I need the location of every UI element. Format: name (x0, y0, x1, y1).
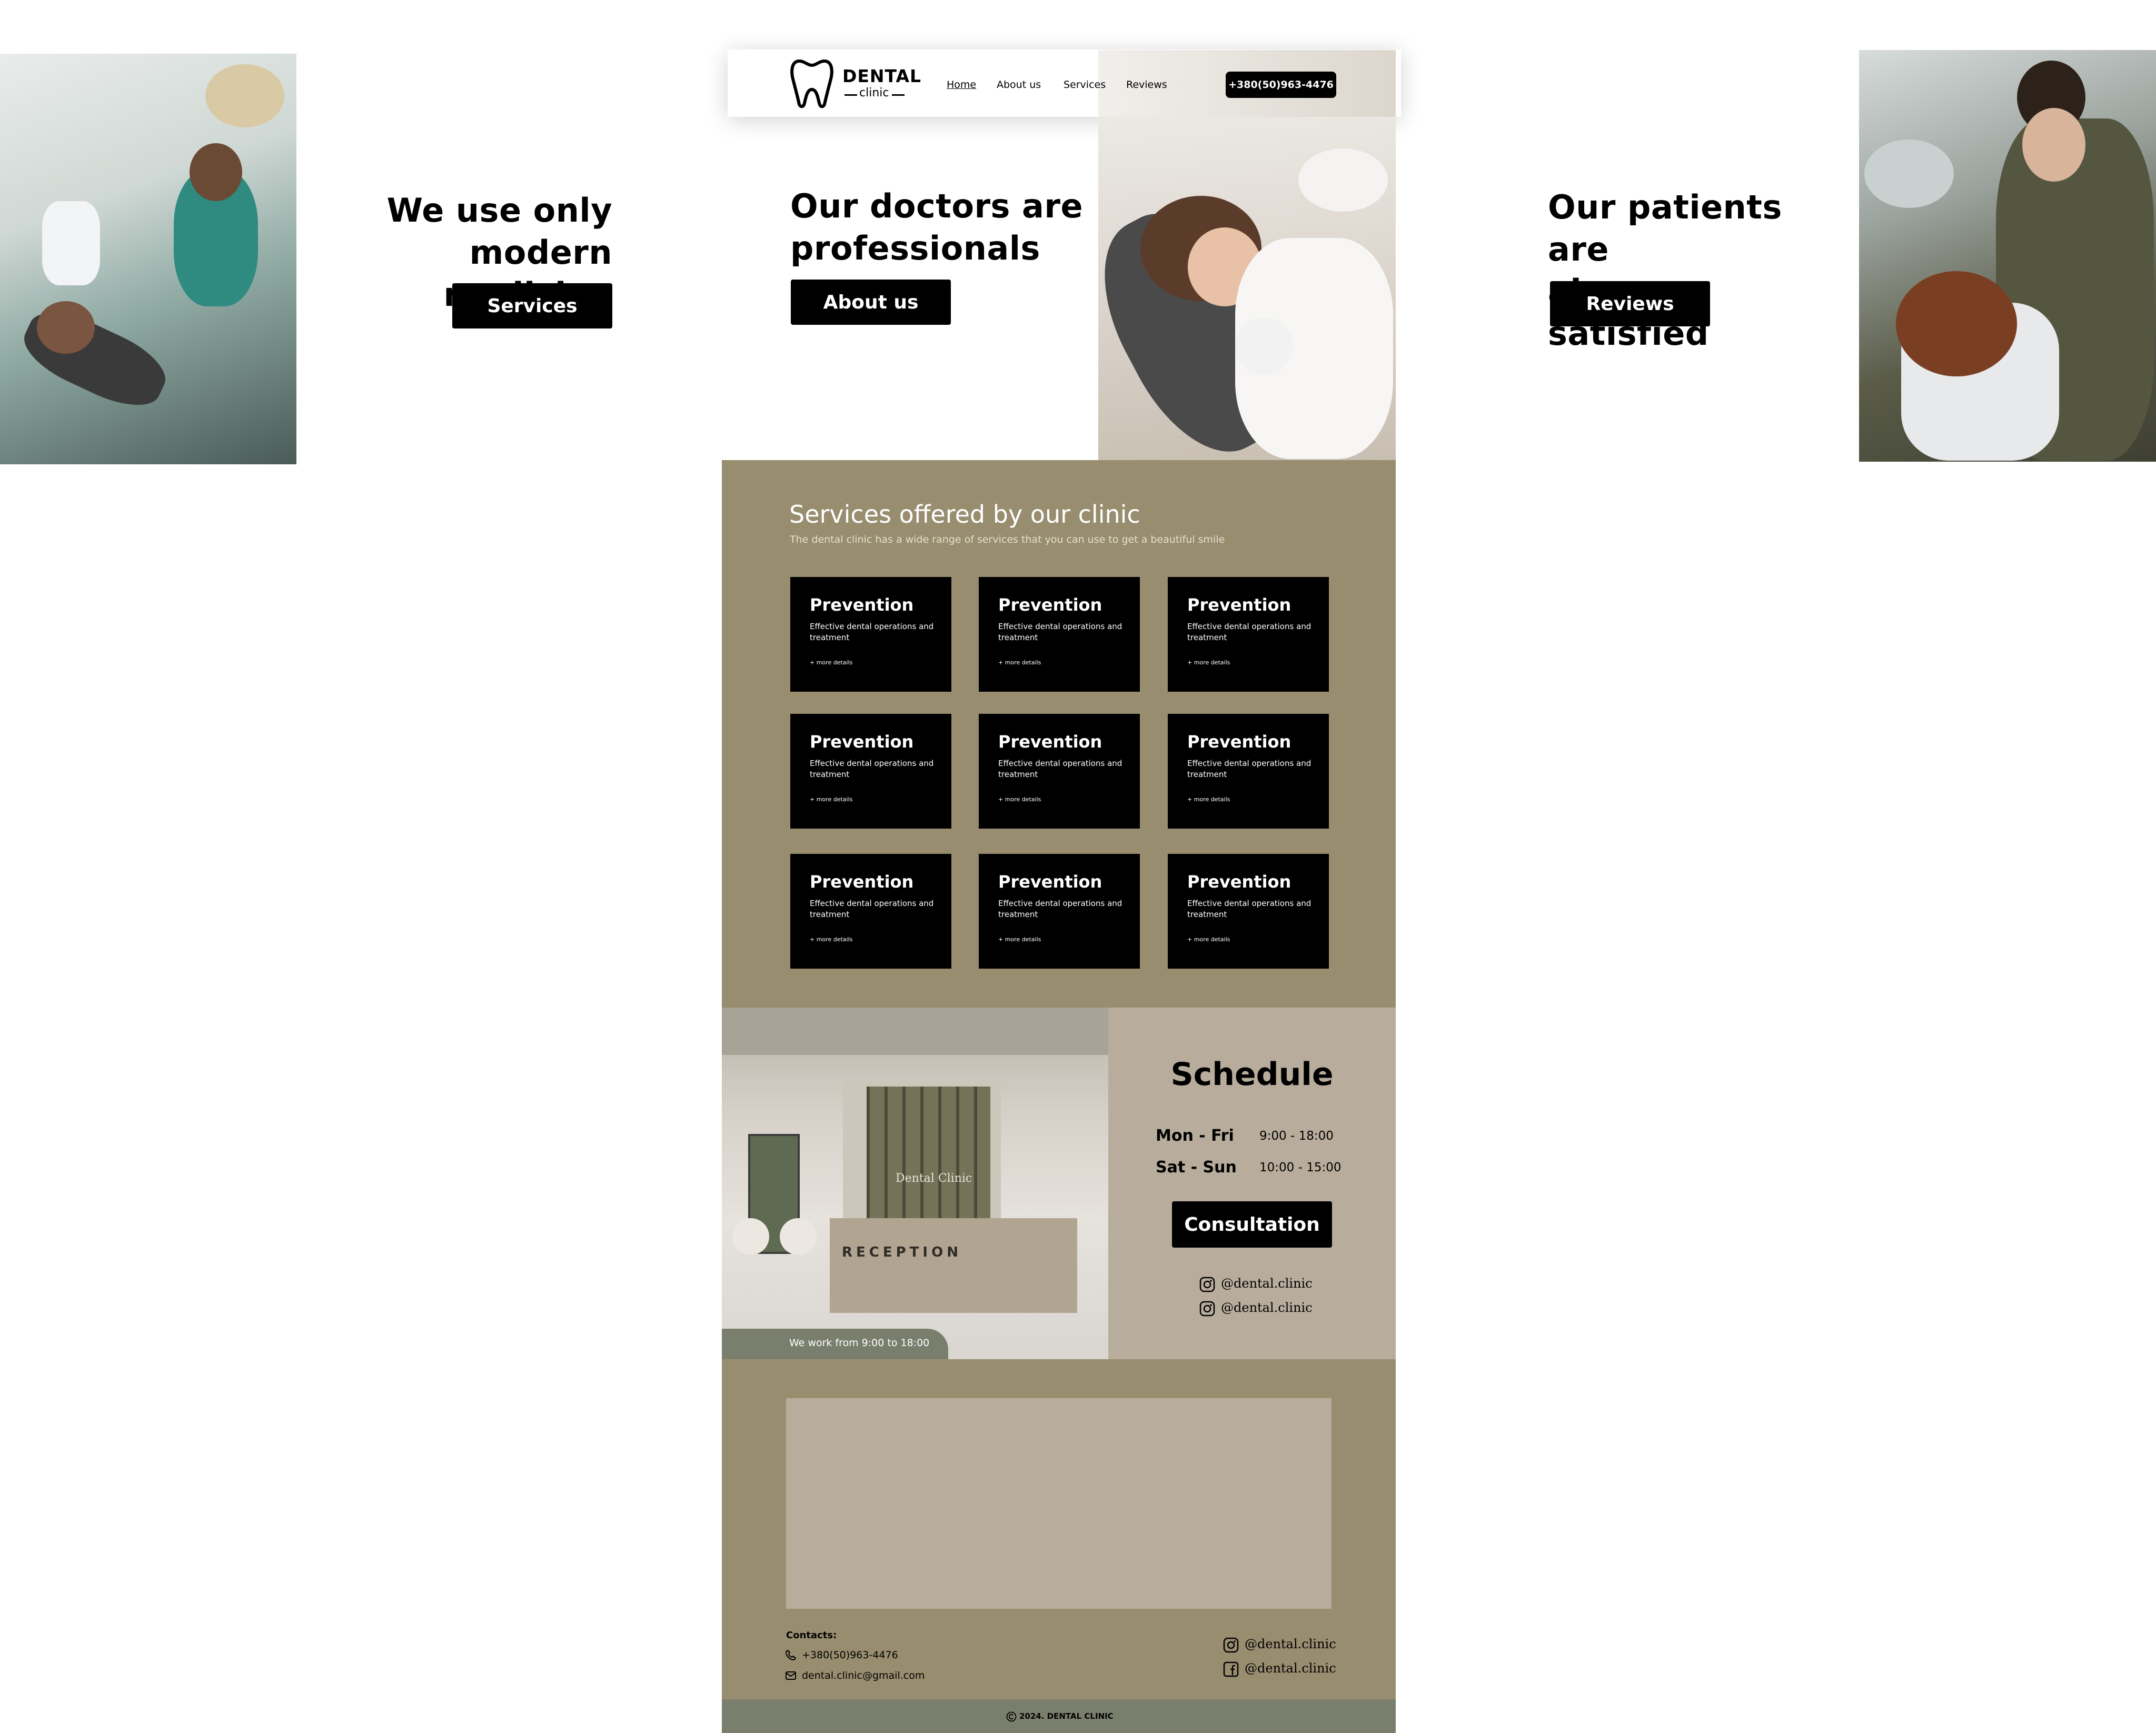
service-card[interactable]: Prevention Effective dental operations a… (979, 854, 1140, 969)
contacts-label: Contacts: (786, 1630, 837, 1641)
service-card-title: Prevention (998, 872, 1102, 892)
contacts-social-1[interactable]: @dental.clinic (1245, 1637, 1336, 1651)
nav-home[interactable]: Home (947, 79, 976, 91)
service-card-desc: Effective dental operations and treatmen… (1187, 759, 1312, 779)
schedule-social-2[interactable]: @dental.clinic (1221, 1300, 1313, 1315)
reception-sign: RECEPTION (842, 1244, 962, 1260)
services-section: Services offered by our clinic The denta… (722, 460, 1396, 1008)
schedule-social-1[interactable]: @dental.clinic (1221, 1276, 1313, 1291)
copyright-icon (1006, 1711, 1017, 1722)
working-hours-tag: We work from 9:00 to 18:00 (789, 1337, 930, 1349)
service-card-desc: Effective dental operations and treatmen… (810, 759, 934, 779)
consultation-button[interactable]: Consultation (1172, 1201, 1332, 1248)
schedule-title: Schedule (1170, 1056, 1334, 1093)
facebook-icon[interactable] (1223, 1661, 1239, 1677)
schedule-hours-weekend: 10:00 - 15:00 (1259, 1161, 1342, 1174)
service-card-title: Prevention (810, 595, 914, 615)
service-card[interactable]: Prevention Effective dental operations a… (1168, 577, 1329, 692)
services-subtitle: The dental clinic has a wide range of se… (790, 534, 1225, 545)
doctor-examining-photo (1859, 50, 2156, 462)
service-card-desc: Effective dental operations and treatmen… (1187, 899, 1312, 919)
schedule-hours-weekday: 9:00 - 18:00 (1259, 1129, 1334, 1143)
schedule-panel: Schedule Mon - Fri 9:00 - 18:00 Sat - Su… (1108, 1008, 1396, 1359)
reception-photo: Dental Clinic RECEPTION We work from 9:0… (722, 1008, 1108, 1359)
logo-sub-line-right (892, 94, 905, 96)
service-card-desc: Effective dental operations and treatmen… (998, 759, 1122, 779)
service-card-title: Prevention (998, 595, 1102, 615)
hero-right-line1: Our patients are (1548, 188, 1782, 268)
phone-button[interactable]: +380(50)963-4476 (1226, 72, 1336, 98)
copyright-text: 2024. DENTAL CLINIC (1019, 1711, 1114, 1721)
logo-main-text: DENTAL (842, 66, 922, 86)
service-card[interactable]: Prevention Effective dental operations a… (1168, 854, 1329, 969)
service-card-title: Prevention (810, 872, 914, 892)
service-card-title: Prevention (1187, 732, 1291, 752)
contacts-section: Contacts: +380(50)963-4476 dental.clinic… (722, 1359, 1396, 1699)
contact-email[interactable]: dental.clinic@gmail.com (802, 1670, 925, 1681)
more-details-link[interactable]: + more details (1187, 936, 1230, 943)
nav-services[interactable]: Services (1064, 79, 1106, 91)
service-card[interactable]: Prevention Effective dental operations a… (790, 577, 951, 692)
contact-phone[interactable]: +380(50)963-4476 (802, 1649, 898, 1661)
site-footer: 2024. DENTAL CLINIC (722, 1699, 1396, 1733)
map-placeholder[interactable] (786, 1398, 1332, 1609)
nav-about[interactable]: About us (997, 79, 1041, 91)
service-card[interactable]: Prevention Effective dental operations a… (979, 714, 1140, 829)
hero-center-title: Our doctors are professionals (790, 185, 1085, 270)
email-icon (786, 1671, 796, 1680)
hero-center-line2: professionals (790, 229, 1040, 267)
more-details-link[interactable]: + more details (810, 936, 852, 943)
service-card[interactable]: Prevention Effective dental operations a… (979, 577, 1140, 692)
more-details-link[interactable]: + more details (998, 796, 1041, 803)
more-details-link[interactable]: + more details (998, 659, 1041, 666)
service-card-title: Prevention (1187, 595, 1291, 615)
instagram-icon[interactable] (1223, 1637, 1239, 1653)
more-details-link[interactable]: + more details (1187, 659, 1230, 666)
service-card-desc: Effective dental operations and treatmen… (1187, 622, 1312, 642)
about-us-button[interactable]: About us (791, 280, 951, 325)
service-card-title: Prevention (998, 732, 1102, 752)
logo-sub-line-left (844, 94, 857, 96)
service-card[interactable]: Prevention Effective dental operations a… (1168, 714, 1329, 829)
service-card-desc: Effective dental operations and treatmen… (998, 899, 1122, 919)
more-details-link[interactable]: + more details (810, 659, 852, 666)
tooth-logo-icon[interactable] (790, 57, 834, 109)
service-card-desc: Effective dental operations and treatmen… (810, 899, 934, 919)
services-button[interactable]: Services (452, 283, 612, 328)
hero-center-line1: Our doctors are (790, 187, 1083, 225)
more-details-link[interactable]: + more details (810, 796, 852, 803)
instagram-icon[interactable] (1199, 1301, 1215, 1317)
reviews-button[interactable]: Reviews (1550, 281, 1710, 326)
services-title: Services offered by our clinic (789, 500, 1140, 529)
service-card-title: Prevention (1187, 872, 1291, 892)
service-card-title: Prevention (810, 732, 914, 752)
service-card[interactable]: Prevention Effective dental operations a… (790, 854, 951, 969)
schedule-days-weekend: Sat - Sun (1156, 1158, 1237, 1177)
hero-right-title: Our patients are always satisfied (1548, 186, 1843, 355)
schedule-days-weekday: Mon - Fri (1156, 1127, 1234, 1145)
wall-logo-text: Dental Clinic (896, 1172, 972, 1185)
service-card[interactable]: Prevention Effective dental operations a… (790, 714, 951, 829)
doctor-patient-photo (1098, 117, 1396, 461)
more-details-link[interactable]: + more details (1187, 796, 1230, 803)
instagram-icon[interactable] (1199, 1277, 1215, 1292)
contacts-social-2[interactable]: @dental.clinic (1245, 1661, 1336, 1676)
logo-sub-text: clinic (859, 86, 889, 99)
hero-left-line1: We use only (386, 191, 612, 230)
phone-icon (786, 1650, 796, 1660)
more-details-link[interactable]: + more details (998, 936, 1041, 943)
dentist-treatment-photo (0, 54, 296, 464)
service-card-desc: Effective dental operations and treatmen… (998, 622, 1122, 642)
nav-reviews[interactable]: Reviews (1126, 79, 1167, 91)
service-card-desc: Effective dental operations and treatmen… (810, 622, 934, 642)
